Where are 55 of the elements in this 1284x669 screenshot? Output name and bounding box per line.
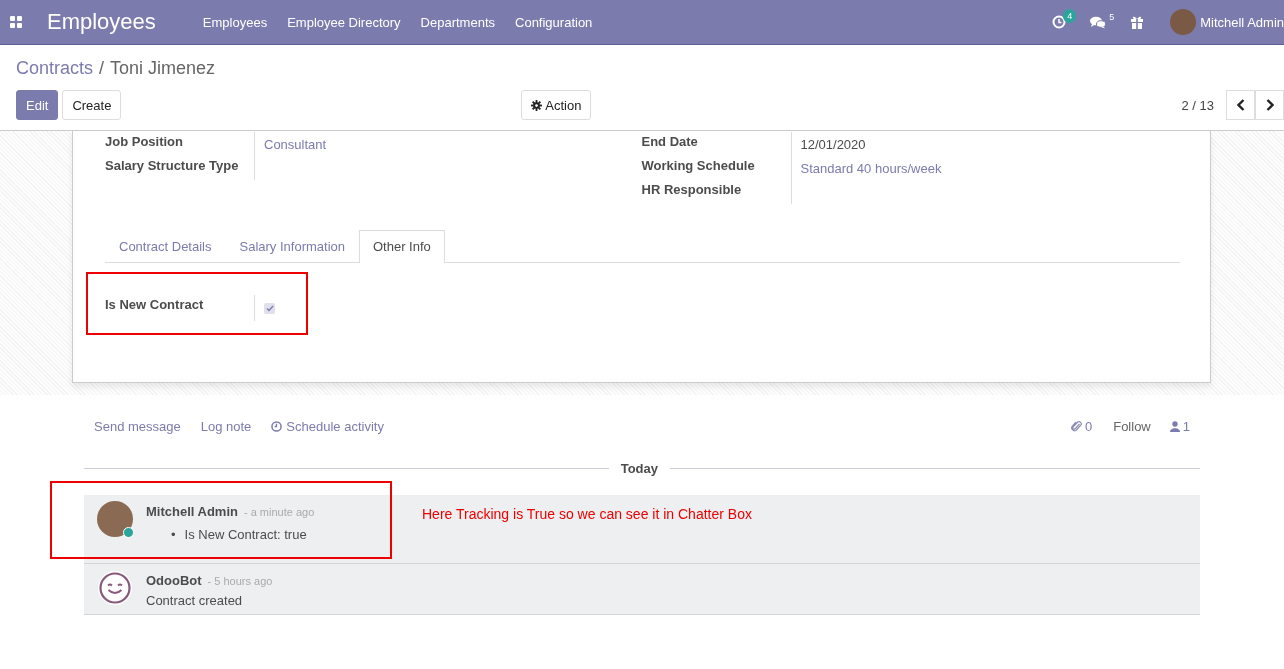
record-title: Toni Jimenez xyxy=(110,58,216,79)
app-title: Employees xyxy=(47,9,156,35)
user-name[interactable]: Mitchell Admin xyxy=(1200,14,1284,30)
gear-icon xyxy=(531,99,543,111)
field-label: Working Schedule xyxy=(641,156,792,180)
field-label: HR Responsible xyxy=(641,180,792,204)
chevron-right-icon xyxy=(1265,99,1274,111)
field-label: End Date xyxy=(641,132,792,156)
paperclip-icon xyxy=(1070,420,1082,432)
create-button[interactable]: Create xyxy=(62,90,122,120)
menu-item[interactable]: Employee Directory xyxy=(287,14,401,30)
message-count: 5 xyxy=(1109,11,1115,22)
field-value-link[interactable]: Consultant xyxy=(264,136,327,152)
chat-bubbles-icon[interactable] xyxy=(1090,15,1107,29)
field-label: Is New Contract xyxy=(105,295,255,321)
checkbox[interactable] xyxy=(264,302,275,314)
send-message-link[interactable]: Send message xyxy=(94,418,181,434)
schedule-activity-link[interactable]: Schedule activity xyxy=(271,418,384,434)
annotation-text: Here Tracking is True so we can see it in Chatter Box xyxy=(422,506,752,524)
clock-icon xyxy=(271,420,283,432)
followers-link[interactable]: 1 xyxy=(1169,418,1190,434)
message-body: Contract created xyxy=(146,593,244,608)
previous-button[interactable] xyxy=(1226,90,1255,120)
message-author: OdooBot xyxy=(146,573,202,588)
attachments-link[interactable]: 0 xyxy=(1070,418,1093,434)
tab[interactable]: Salary Information xyxy=(225,230,359,263)
gift-icon[interactable] xyxy=(1130,15,1145,29)
activity-count-badge: 4 xyxy=(1063,9,1077,23)
field-label: Job Position xyxy=(105,132,255,156)
apps-grid-icon[interactable] xyxy=(10,16,22,28)
date-separator: Today xyxy=(620,461,658,476)
breadcrumb-link[interactable]: Contracts xyxy=(16,58,94,79)
tracking-change: Is New Contract: true xyxy=(184,527,307,542)
person-icon xyxy=(1169,420,1180,432)
clock-icon[interactable] xyxy=(1052,15,1067,29)
menu-item[interactable]: Departments xyxy=(420,14,495,30)
chevron-left-icon xyxy=(1236,99,1245,111)
message-author: Mitchell Admin xyxy=(146,504,238,519)
message-time: - a minute ago xyxy=(243,506,315,518)
breadcrumb-separator: / xyxy=(99,58,105,79)
pager-counter: 2 / 13 xyxy=(1181,97,1214,113)
field-value: 12/01/2020 xyxy=(800,136,866,152)
action-button[interactable]: Action xyxy=(521,90,592,120)
field-value-link[interactable]: Standard 40 hours/week xyxy=(800,160,942,176)
menu-item[interactable]: Configuration xyxy=(515,14,593,30)
log-note-link[interactable]: Log note xyxy=(200,418,252,434)
tab[interactable]: Contract Details xyxy=(105,230,226,263)
bullet: • xyxy=(171,527,176,542)
edit-button[interactable]: Edit xyxy=(16,90,59,120)
menu-item[interactable]: Employees xyxy=(202,14,268,30)
field-label: Salary Structure Type xyxy=(105,156,255,180)
message-time: - 5 hours ago xyxy=(207,575,273,587)
next-button[interactable] xyxy=(1255,90,1284,120)
tab[interactable]: Other Info xyxy=(359,230,445,263)
follow-button[interactable]: Follow xyxy=(1113,418,1151,434)
